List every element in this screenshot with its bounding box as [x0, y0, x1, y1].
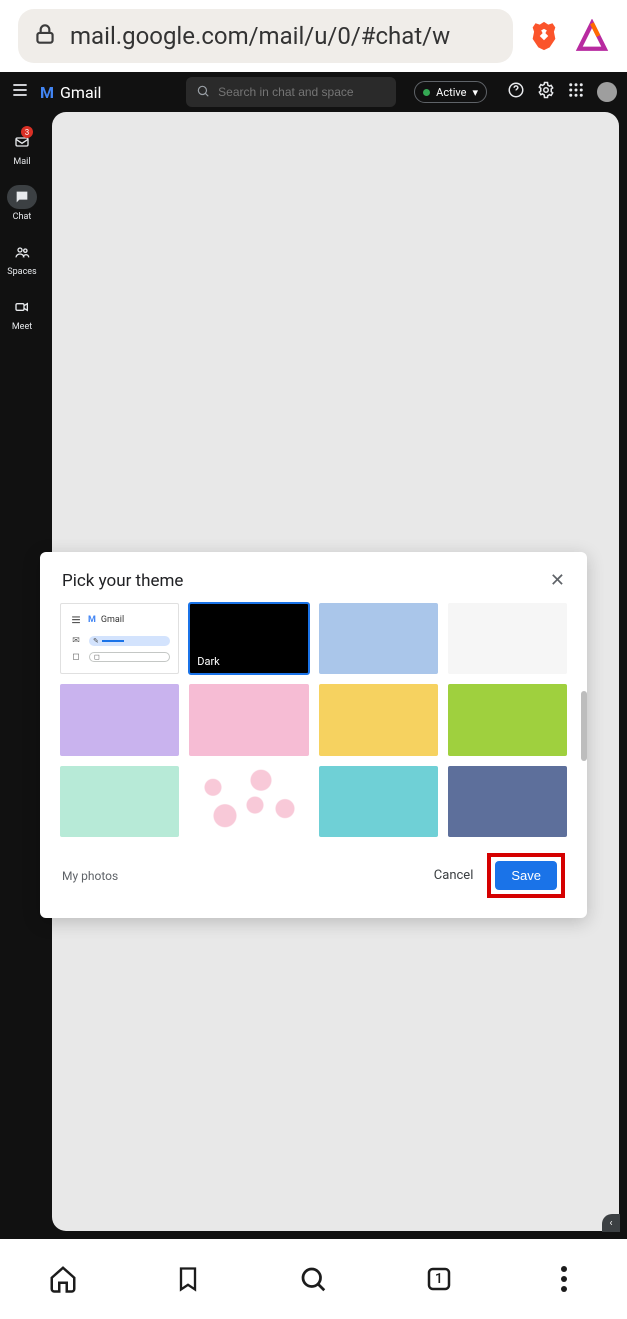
rail-item-chat[interactable]: Chat [7, 185, 37, 222]
close-icon[interactable]: ✕ [550, 570, 565, 591]
theme-tile-white[interactable] [448, 603, 567, 674]
expand-side-panel-button[interactable]: ‹ [602, 1214, 620, 1232]
theme-tile-cyan[interactable] [319, 766, 438, 837]
theme-scroll-area: ≡MGmail✉✎◻◻ Dark [40, 601, 587, 837]
status-active[interactable]: Active ▾ [414, 81, 487, 103]
rail-item-meet[interactable]: Meet [7, 295, 37, 332]
rail-item-mail[interactable]: 3 Mail [7, 130, 37, 167]
search-icon[interactable] [295, 1261, 331, 1297]
more-icon[interactable] [546, 1261, 582, 1297]
rail-chat-label: Chat [13, 212, 32, 222]
modal-header: Pick your theme ✕ [40, 552, 587, 601]
tab-count: 1 [435, 1271, 443, 1287]
browser-address-row: mail.google.com/mail/u/0/#chat/w [0, 0, 627, 72]
gmail-m-icon: M [40, 83, 54, 102]
theme-picker-modal: Pick your theme ✕ ≡MGmail✉✎◻◻ Dark My pho… [40, 552, 587, 918]
rail-mail-label: Mail [13, 157, 30, 167]
theme-tile-rose[interactable] [189, 684, 308, 755]
gmail-app: M Gmail Active ▾ 3 Mail Chat [0, 72, 627, 1239]
gear-icon[interactable] [537, 81, 555, 103]
search-box[interactable] [186, 77, 396, 107]
modal-title: Pick your theme [62, 571, 183, 591]
triangle-icon[interactable] [575, 19, 609, 53]
save-button[interactable]: Save [495, 861, 557, 890]
topbar-icons [507, 81, 617, 103]
theme-tile-label: Dark [197, 655, 220, 668]
theme-tile-slate[interactable] [448, 766, 567, 837]
left-rail: 3 Mail Chat Spaces Meet [0, 112, 44, 1239]
help-icon[interactable] [507, 81, 525, 103]
tabs-button[interactable]: 1 [421, 1261, 457, 1297]
modal-footer: My photos Cancel Save [40, 837, 587, 918]
url-text: mail.google.com/mail/u/0/#chat/w [70, 22, 450, 50]
spaces-icon [7, 240, 37, 264]
theme-tile-blue[interactable] [319, 603, 438, 674]
rail-spaces-label: Spaces [7, 267, 36, 277]
bookmark-icon[interactable] [170, 1261, 206, 1297]
chat-icon [7, 185, 37, 209]
brave-icon[interactable] [527, 19, 561, 53]
theme-tile-mint[interactable] [60, 766, 179, 837]
gmail-brand-text: Gmail [60, 83, 101, 102]
search-icon [196, 83, 210, 102]
rail-item-spaces[interactable]: Spaces [7, 240, 37, 277]
theme-tile-lavender[interactable] [60, 684, 179, 755]
theme-tile-dark[interactable]: Dark [189, 603, 308, 674]
scrollbar-thumb[interactable] [581, 691, 587, 761]
status-text: Active [436, 86, 466, 99]
lock-icon [32, 21, 58, 51]
chevron-down-icon: ▾ [472, 86, 478, 99]
my-photos-link[interactable]: My photos [62, 869, 118, 883]
mail-badge: 3 [21, 126, 33, 138]
avatar[interactable] [597, 82, 617, 102]
theme-grid: ≡MGmail✉✎◻◻ Dark [60, 603, 567, 837]
vertical-dots-icon [561, 1266, 567, 1292]
status-dot-icon [423, 89, 430, 96]
theme-tile-cherry[interactable] [189, 766, 308, 837]
meet-icon [7, 295, 37, 319]
save-highlight-box: Save [487, 853, 565, 898]
address-bar[interactable]: mail.google.com/mail/u/0/#chat/w [18, 9, 513, 63]
theme-tile-mustard[interactable] [319, 684, 438, 755]
apps-icon[interactable] [567, 81, 585, 103]
home-icon[interactable] [45, 1261, 81, 1297]
cancel-button[interactable]: Cancel [434, 868, 474, 883]
menu-icon[interactable] [10, 80, 30, 104]
mobile-bottom-bar: 1 [0, 1239, 627, 1319]
theme-tile-default[interactable]: ≡MGmail✉✎◻◻ [60, 603, 179, 674]
rail-meet-label: Meet [12, 322, 32, 332]
search-input[interactable] [218, 85, 386, 99]
gmail-topbar: M Gmail Active ▾ [0, 72, 627, 112]
gmail-logo[interactable]: M Gmail [40, 83, 101, 102]
theme-tile-wasabi[interactable] [448, 684, 567, 755]
